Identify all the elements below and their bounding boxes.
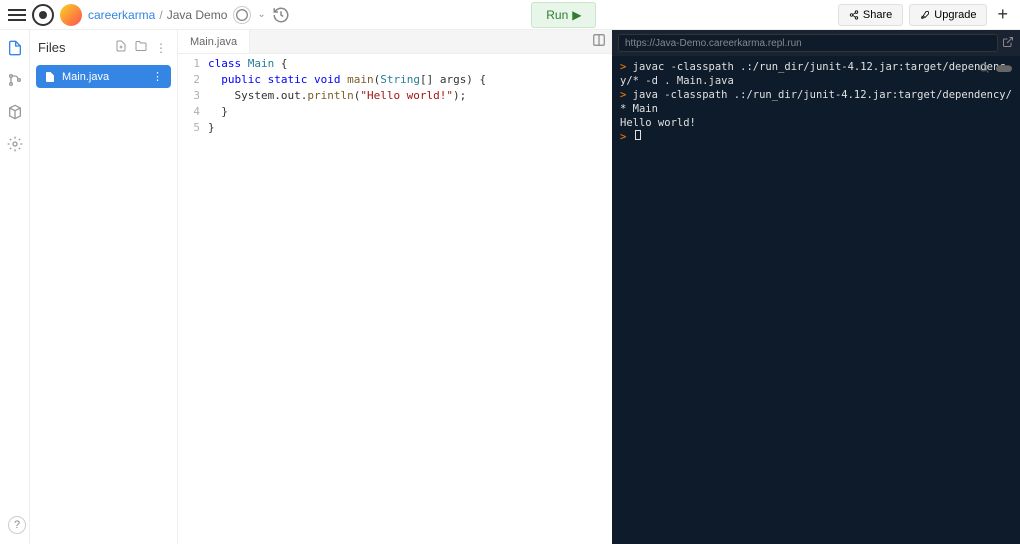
new-file-icon[interactable] — [113, 40, 129, 55]
code-line: System.out.println("Hello world!"); — [208, 88, 612, 104]
version-control-icon[interactable] — [7, 72, 23, 88]
code-line: } — [208, 120, 612, 136]
add-button[interactable]: + — [993, 4, 1012, 25]
console-line: Hello world! — [620, 116, 1012, 130]
breadcrumb: careerkarma / Java Demo — [88, 8, 227, 22]
new-folder-icon[interactable] — [133, 40, 149, 55]
code-line: } — [208, 104, 612, 120]
toggle-icon[interactable] — [996, 60, 1012, 76]
share-icon — [849, 10, 859, 20]
settings-icon[interactable] — [7, 136, 23, 152]
line-number: 4 — [178, 104, 200, 120]
code-line: class Main { — [208, 56, 612, 72]
replit-logo[interactable] — [32, 4, 54, 26]
packages-icon[interactable] — [7, 104, 23, 120]
history-icon[interactable] — [272, 6, 290, 24]
file-icon — [44, 71, 56, 83]
more-options-icon[interactable]: ⋮ — [153, 41, 169, 55]
console-url-input[interactable] — [618, 34, 998, 52]
code-line: public static void main(String[] args) { — [208, 72, 612, 88]
console-line: > java -classpath .:/run_dir/junit-4.12.… — [620, 88, 1012, 116]
menu-icon[interactable] — [8, 6, 26, 24]
play-icon: ▶ — [572, 8, 581, 22]
upgrade-label: Upgrade — [934, 9, 976, 21]
line-number: 3 — [178, 88, 200, 104]
line-number: 1 — [178, 56, 200, 72]
rocket-icon — [920, 10, 930, 20]
share-button[interactable]: Share — [838, 4, 903, 26]
files-nav-icon[interactable] — [7, 40, 23, 56]
line-number: 5 — [178, 120, 200, 136]
breadcrumb-project: Java Demo — [167, 8, 228, 22]
breadcrumb-separator: / — [159, 8, 162, 22]
file-more-icon[interactable]: ⋮ — [152, 70, 163, 83]
share-label: Share — [863, 9, 892, 21]
run-button[interactable]: Run ▶ — [531, 2, 596, 28]
upgrade-button[interactable]: Upgrade — [909, 4, 987, 26]
layout-icon[interactable] — [592, 33, 606, 50]
console-line: > javac -classpath .:/run_dir/junit-4.12… — [620, 60, 1012, 88]
breadcrumb-user[interactable]: careerkarma — [88, 8, 155, 22]
console-output[interactable]: > javac -classpath .:/run_dir/junit-4.12… — [612, 56, 1020, 148]
code-editor[interactable]: 12345 class Main { public static void ma… — [178, 54, 612, 136]
help-button[interactable]: ? — [8, 516, 26, 534]
files-panel-title: Files — [38, 40, 109, 55]
file-name: Main.java — [62, 71, 109, 83]
search-icon[interactable] — [978, 60, 990, 76]
line-number: 2 — [178, 72, 200, 88]
console-prompt[interactable]: > — [620, 130, 1012, 144]
avatar[interactable] — [60, 4, 82, 26]
tab-label: Main.java — [190, 36, 237, 48]
open-external-icon[interactable] — [1002, 36, 1014, 51]
editor-tab[interactable]: Main.java — [178, 30, 250, 53]
run-label: Run — [546, 8, 568, 22]
file-item-main[interactable]: Main.java ⋮ — [36, 65, 171, 88]
chevron-down-icon[interactable]: ⌄ — [257, 9, 265, 20]
help-label: ? — [14, 519, 20, 531]
language-indicator[interactable] — [233, 6, 251, 24]
